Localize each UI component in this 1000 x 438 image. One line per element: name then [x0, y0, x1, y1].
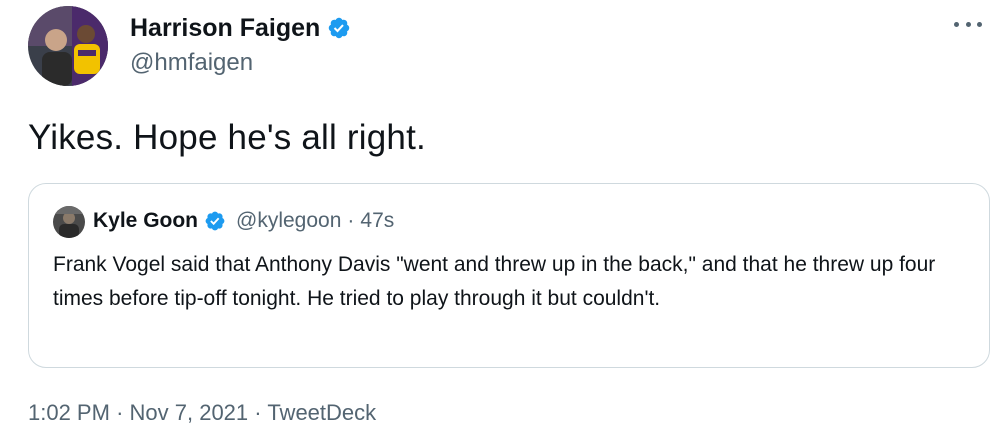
profile-photo-avatar-icon	[28, 6, 108, 86]
footer-date[interactable]: Nov 7, 2021	[130, 400, 249, 425]
quoted-profile-photo-icon	[53, 206, 85, 238]
quoted-tweet-card[interactable]: Kyle Goon @kylegoon · 47s Frank Vogel sa…	[28, 183, 990, 368]
more-options-icon[interactable]	[954, 14, 982, 34]
quoted-verified-badge-icon	[204, 210, 226, 232]
quoted-tweet-text: Frank Vogel said that Anthony Davis "wen…	[53, 253, 936, 310]
quoted-separator: ·	[347, 209, 355, 232]
quoted-tweet-header: Kyle Goon @kylegoon · 47s	[93, 206, 394, 236]
more-dot	[977, 21, 982, 27]
footer-separator: ·	[254, 400, 262, 425]
footer-source-link[interactable]: TweetDeck	[267, 400, 376, 425]
more-dot	[965, 21, 971, 27]
author-display-name[interactable]: Harrison Faigen	[130, 12, 320, 44]
tweet: Harrison Faigen @hmfaigen Yikes. Hope he…	[0, 0, 1000, 438]
quoted-author-avatar	[53, 206, 85, 238]
quoted-timestamp: 47s	[360, 209, 395, 232]
verified-badge-icon	[327, 16, 351, 40]
quoted-author-handle: @kylegoon	[236, 209, 342, 232]
tweet-text: Yikes. Hope he's all right.	[28, 118, 426, 157]
footer-separator: ·	[116, 400, 124, 425]
author-handle[interactable]: @hmfaigen	[130, 48, 253, 78]
quoted-author-name: Kyle Goon	[93, 209, 199, 232]
author-avatar[interactable]	[28, 6, 108, 86]
more-dot	[954, 21, 959, 27]
author-name-row: Harrison Faigen	[130, 12, 351, 44]
tweet-footer: 1:02 PM · Nov 7, 2021 · TweetDeck	[28, 398, 376, 428]
footer-time[interactable]: 1:02 PM	[28, 400, 110, 425]
